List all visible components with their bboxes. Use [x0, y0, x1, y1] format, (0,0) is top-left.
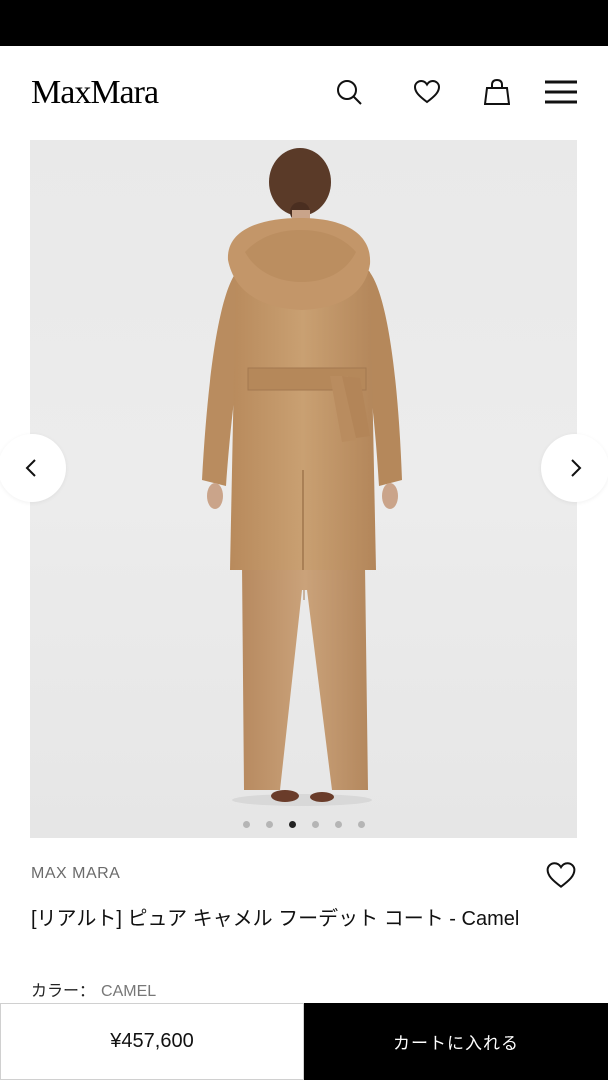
product-image-gallery[interactable]: [30, 140, 577, 838]
chevron-right-icon: [571, 459, 582, 477]
brand-logo[interactable]: MaxMara: [31, 76, 159, 110]
pagination-dot[interactable]: [334, 821, 342, 828]
gallery-next-button[interactable]: [541, 434, 608, 502]
color-value: CAMEL: [101, 983, 157, 1000]
site-header: MaxMara: [0, 46, 608, 140]
pagination-dot-active[interactable]: [288, 821, 296, 828]
purchase-bar: ¥457,600 カートに入れる: [0, 1003, 608, 1080]
pagination-dot[interactable]: [311, 821, 319, 828]
add-to-cart-button[interactable]: カートに入れる: [304, 1003, 608, 1080]
gallery-pagination: [30, 821, 577, 828]
wishlist-heart-icon[interactable]: [543, 857, 579, 893]
product-photo: [202, 148, 402, 806]
heart-icon[interactable]: [411, 76, 443, 108]
search-icon[interactable]: [333, 76, 365, 108]
product-brand: MAX MARA: [31, 865, 121, 882]
gallery-prev-button[interactable]: [0, 434, 66, 502]
price-display: ¥457,600: [0, 1003, 304, 1080]
color-info: カラー： CAMEL: [31, 977, 156, 1001]
pagination-dot[interactable]: [357, 821, 365, 828]
pagination-dot[interactable]: [265, 821, 273, 828]
product-title: [リアルト] ピュア キャメル フーデット コート - Camel: [31, 908, 520, 930]
status-bar: [0, 0, 608, 46]
pagination-dot[interactable]: [242, 821, 250, 828]
color-label: カラー：: [31, 983, 96, 1000]
chevron-left-icon: [25, 459, 36, 477]
shopping-bag-icon[interactable]: [481, 76, 513, 108]
menu-icon[interactable]: [545, 76, 577, 108]
